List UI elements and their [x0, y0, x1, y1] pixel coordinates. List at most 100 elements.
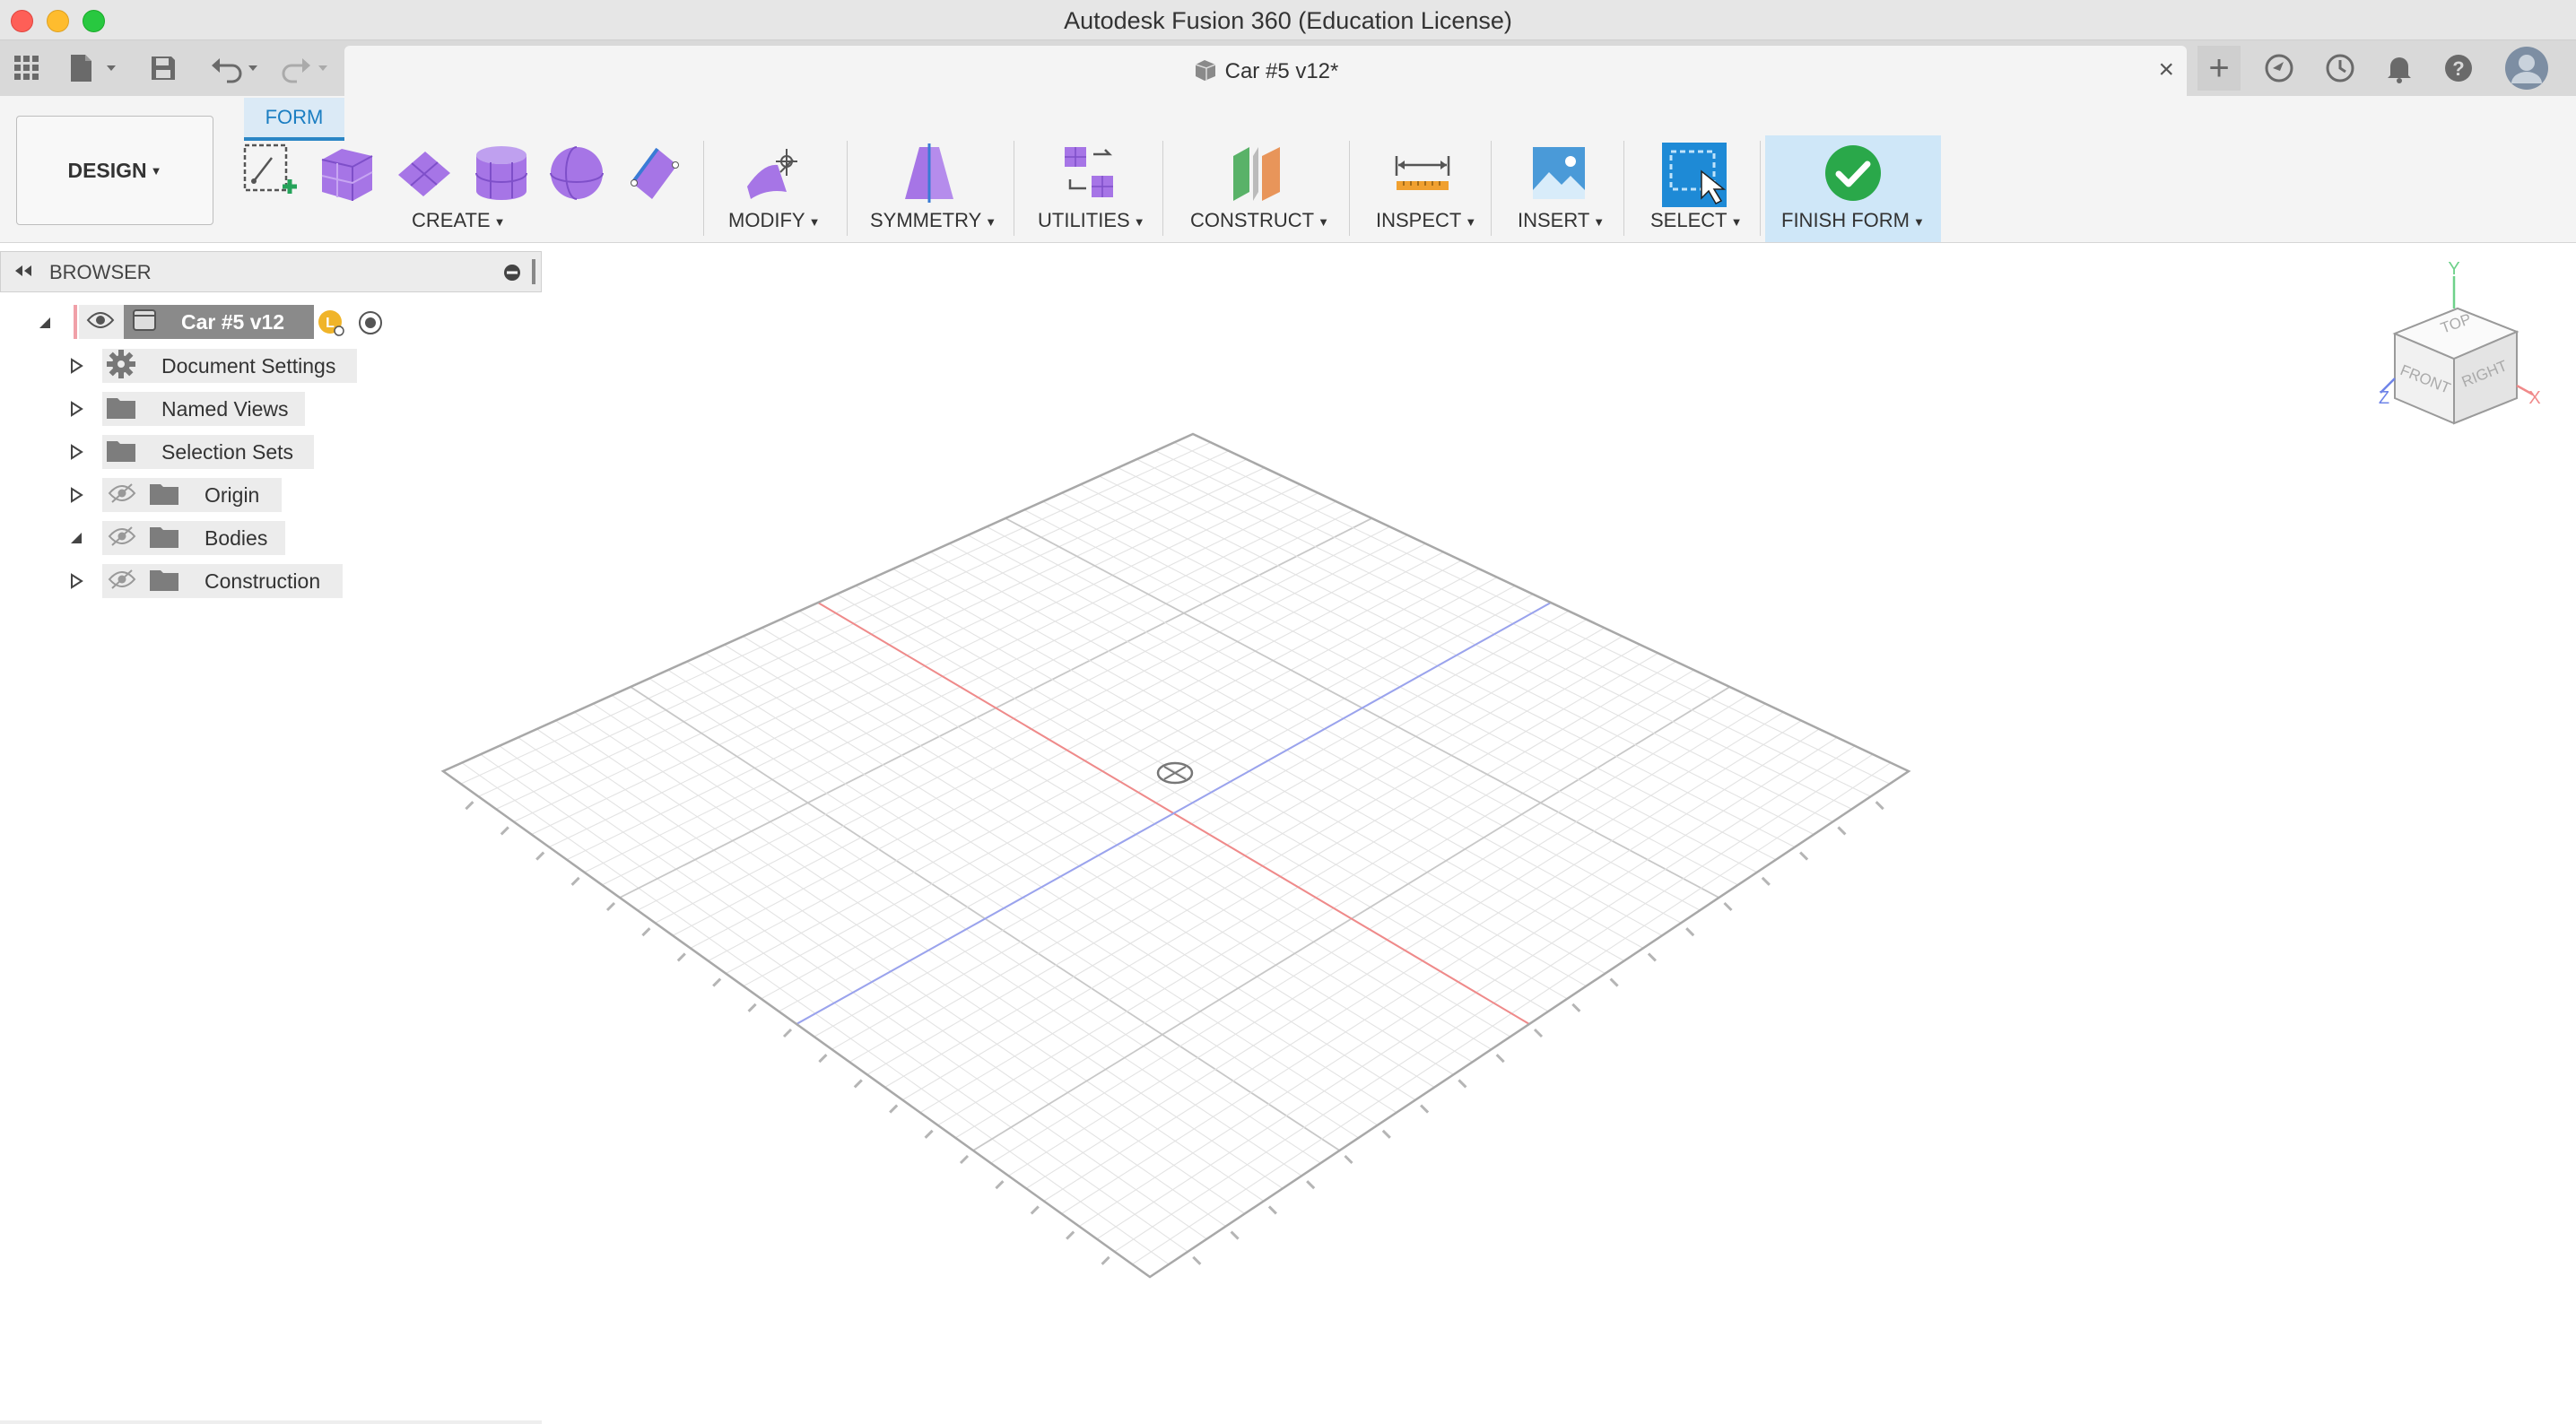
- tab-bar: Car #5 v12* × + ?: [0, 40, 2576, 96]
- tick-mark: [1609, 977, 1619, 987]
- chevron-down-icon: ▼: [150, 163, 162, 178]
- component-icon: [131, 308, 158, 337]
- tick-mark: [1837, 826, 1847, 836]
- workspace-switcher-button[interactable]: DESIGN ▼: [16, 116, 213, 225]
- chevron-down-icon: ▼: [1465, 214, 1477, 229]
- construct-menu[interactable]: CONSTRUCT ▼: [1190, 209, 1329, 232]
- app-grid-icon[interactable]: [11, 51, 43, 85]
- ribbon-divider: [1162, 141, 1163, 236]
- expand-arrow-icon[interactable]: [67, 443, 85, 461]
- eye-hidden-icon[interactable]: [108, 525, 136, 551]
- cylinder-form-icon[interactable]: [470, 141, 533, 205]
- select-menu[interactable]: SELECT ▼: [1650, 209, 1742, 232]
- tree-item-bodies[interactable]: Bodies: [102, 521, 285, 555]
- select-label: SELECT: [1650, 209, 1727, 231]
- ribbon-divider: [847, 141, 848, 236]
- redo-icon[interactable]: [278, 51, 334, 85]
- plane-form-icon[interactable]: [393, 141, 456, 205]
- user-avatar[interactable]: [2502, 44, 2551, 92]
- tick-mark: [1344, 1154, 1353, 1165]
- document-tab-title: Car #5 v12*: [344, 58, 2187, 88]
- quadball-form-icon[interactable]: [622, 141, 685, 205]
- view-cube[interactable]: TOP FRONT RIGHT Y Z X: [2379, 259, 2541, 425]
- 3d-viewport[interactable]: TOP FRONT RIGHT Y Z X: [0, 243, 2576, 1424]
- tick-mark: [1306, 1180, 1316, 1190]
- create-menu[interactable]: CREATE ▼: [412, 209, 505, 232]
- tick-mark: [1192, 1255, 1202, 1265]
- tree-item-label: Bodies: [205, 525, 268, 550]
- tab-form[interactable]: FORM: [244, 98, 344, 141]
- root-visibility-toggle[interactable]: [79, 305, 124, 339]
- save-icon[interactable]: [147, 51, 179, 85]
- extensions-icon[interactable]: [2260, 49, 2298, 87]
- chevron-down-icon: ▼: [808, 214, 821, 229]
- tree-root-component[interactable]: Car #5 v12: [124, 305, 314, 339]
- ribbon-divider: [1349, 141, 1350, 236]
- root-collapse-icon[interactable]: [36, 314, 54, 332]
- eye-hidden-icon[interactable]: [108, 482, 136, 508]
- symmetry-menu[interactable]: SYMMETRY ▼: [870, 209, 996, 232]
- expand-arrow-icon[interactable]: [67, 486, 85, 504]
- tick-mark: [712, 977, 722, 987]
- finish-form-menu[interactable]: FINISH FORM ▼: [1781, 209, 1925, 232]
- edit-form-icon[interactable]: [741, 141, 809, 205]
- create-sketch-icon[interactable]: [240, 141, 300, 205]
- ribbon-divider: [1623, 141, 1624, 236]
- axis-y-label: Y: [2448, 259, 2459, 279]
- document-icon: [1193, 58, 1218, 88]
- construct-label: CONSTRUCT: [1190, 209, 1315, 231]
- tree-item-named-views[interactable]: Named Views: [102, 392, 305, 426]
- lightbulb-activate-icon[interactable]: L: [318, 309, 344, 341]
- select-tool-icon[interactable]: [1656, 141, 1733, 213]
- tick-mark: [1647, 952, 1657, 962]
- collapse-browser-icon[interactable]: [12, 262, 33, 284]
- insert-image-icon[interactable]: [1525, 141, 1593, 205]
- tree-item-label: Origin: [205, 482, 260, 507]
- status-strip: [0, 1420, 542, 1424]
- notifications-bell-icon[interactable]: [2380, 49, 2418, 87]
- tick-mark: [500, 826, 509, 836]
- tick-mark: [535, 851, 545, 861]
- finish-form-checkmark-icon[interactable]: [1819, 141, 1887, 205]
- insert-menu[interactable]: INSERT ▼: [1518, 209, 1605, 232]
- collapse-arrow-icon[interactable]: [67, 529, 85, 547]
- undo-icon[interactable]: [208, 51, 264, 85]
- tick-mark: [1799, 851, 1809, 861]
- tick-mark: [1230, 1230, 1240, 1240]
- job-status-icon[interactable]: [2321, 49, 2359, 87]
- eye-hidden-icon[interactable]: [108, 569, 136, 595]
- toolbar-ribbon: DESIGN ▼ FORM CREATE ▼ MODIFY ▼ SYMMETRY…: [0, 96, 2576, 243]
- axis-z-label: Z: [2379, 388, 2389, 408]
- origin-point-icon: [1156, 761, 1194, 785]
- modify-menu[interactable]: MODIFY ▼: [728, 209, 820, 232]
- tick-mark: [605, 901, 616, 912]
- expand-arrow-icon[interactable]: [67, 572, 85, 590]
- box-form-icon[interactable]: [316, 141, 379, 205]
- sphere-form-icon[interactable]: [545, 141, 608, 205]
- tick-mark: [1030, 1205, 1040, 1215]
- browser-options-icon[interactable]: [503, 264, 521, 286]
- mirror-symmetry-icon[interactable]: [895, 141, 963, 205]
- grid-border: [440, 432, 1911, 1279]
- help-icon[interactable]: ?: [2440, 49, 2477, 87]
- tree-item-origin[interactable]: Origin: [102, 478, 282, 512]
- inspect-menu[interactable]: INSPECT ▼: [1376, 209, 1476, 232]
- convert-utility-icon[interactable]: [1055, 141, 1123, 205]
- close-tab-button[interactable]: ×: [2158, 55, 2174, 85]
- expand-arrow-icon[interactable]: [67, 400, 85, 418]
- tree-item-selection-sets[interactable]: Selection Sets: [102, 435, 314, 469]
- file-menu-icon[interactable]: [66, 51, 122, 85]
- construct-plane-icon[interactable]: [1223, 141, 1292, 205]
- measure-icon[interactable]: [1388, 141, 1457, 205]
- document-tab[interactable]: Car #5 v12* ×: [344, 46, 2187, 96]
- tick-mark: [1381, 1129, 1391, 1139]
- activate-component-radio[interactable]: [357, 309, 384, 341]
- tree-item-construction[interactable]: Construction: [102, 564, 343, 598]
- utilities-menu[interactable]: UTILITIES ▼: [1038, 209, 1145, 232]
- tree-item-document-settings[interactable]: Document Settings: [102, 349, 357, 383]
- expand-arrow-icon[interactable]: [67, 357, 85, 375]
- tick-mark: [676, 952, 686, 962]
- browser-resize-handle[interactable]: [532, 259, 535, 284]
- new-tab-button[interactable]: +: [2197, 46, 2241, 91]
- tick-mark: [924, 1129, 934, 1139]
